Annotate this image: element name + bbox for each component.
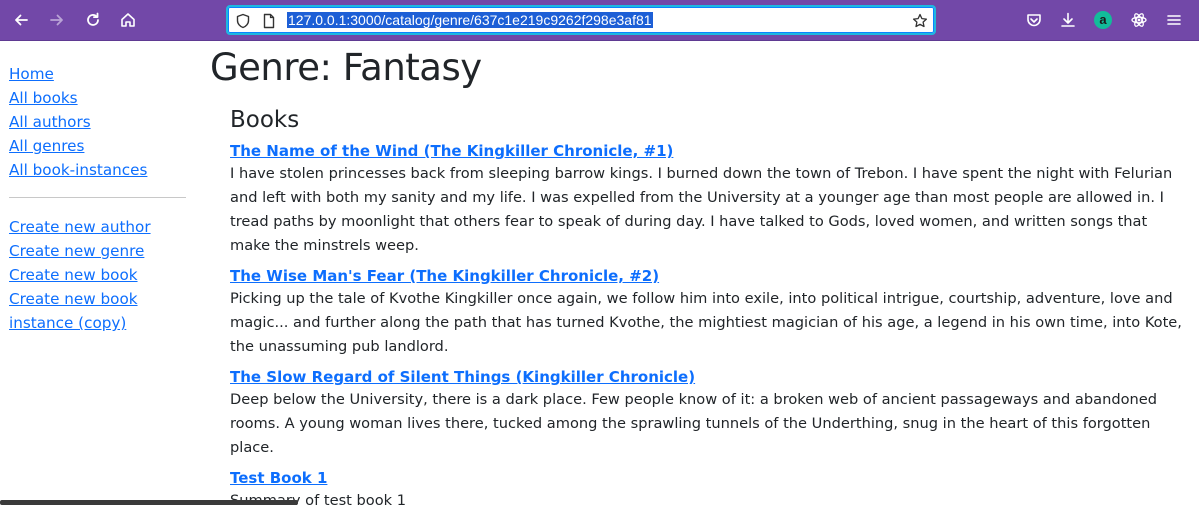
browser-toolbar: 127.0.0.1:3000/catalog/genre/637c1e219c9… <box>0 0 1199 41</box>
reload-button[interactable] <box>80 7 106 33</box>
book-item: The Wise Man's Fear (The Kingkiller Chro… <box>230 265 1190 359</box>
book-summary: Deep below the University, there is a da… <box>230 391 1158 456</box>
home-icon <box>121 13 135 27</box>
sidebar-link-create-genre[interactable]: Create new genre <box>9 239 189 263</box>
pocket-icon <box>1027 14 1041 27</box>
book-title-link[interactable]: The Slow Regard of Silent Things (Kingki… <box>230 366 695 388</box>
books-section: Books The Name of the Wind (The Kingkill… <box>230 106 1190 505</box>
sidebar-link-create-book-instance[interactable]: Create new book <box>9 287 189 311</box>
forward-icon <box>50 14 63 26</box>
sidebar-link-all-book-instances[interactable]: All book-instances <box>9 158 189 182</box>
account-button[interactable]: a <box>1090 7 1116 33</box>
extension-icon <box>1131 13 1147 27</box>
sidebar-nav: Home All books All authors All genres Al… <box>9 62 189 335</box>
page-icon <box>261 13 277 29</box>
book-title-link[interactable]: The Name of the Wind (The Kingkiller Chr… <box>230 140 673 162</box>
url-bar[interactable]: 127.0.0.1:3000/catalog/genre/637c1e219c9… <box>226 5 936 35</box>
sidebar-link-home[interactable]: Home <box>9 62 189 86</box>
book-summary: Summary of test book 1 <box>230 492 407 505</box>
extension-button[interactable] <box>1126 7 1152 33</box>
back-icon <box>15 14 28 26</box>
reload-icon <box>87 12 99 26</box>
book-summary: Picking up the tale of Kvothe Kingkiller… <box>230 290 1182 355</box>
download-button[interactable] <box>1055 7 1081 33</box>
account-icon: a <box>1094 11 1112 29</box>
download-icon <box>1061 12 1075 27</box>
page-title: Genre: Fantasy <box>210 46 482 89</box>
forward-button[interactable] <box>44 7 70 33</box>
sidebar-link-all-books[interactable]: All books <box>9 86 189 110</box>
url-text[interactable]: 127.0.0.1:3000/catalog/genre/637c1e219c9… <box>287 12 653 28</box>
books-heading: Books <box>230 107 300 133</box>
book-title-link[interactable]: The Wise Man's Fear (The Kingkiller Chro… <box>230 265 659 287</box>
shield-icon[interactable] <box>235 13 251 29</box>
sidebar-link-all-genres[interactable]: All genres <box>9 134 189 158</box>
pocket-button[interactable] <box>1021 7 1047 33</box>
menu-icon <box>1167 15 1181 25</box>
star-icon[interactable] <box>912 13 928 29</box>
account-letter: a <box>1099 12 1107 27</box>
sidebar-link-create-book-instance-cont[interactable]: instance (copy) <box>9 311 189 335</box>
horizontal-scrollbar[interactable] <box>0 500 298 505</box>
home-button[interactable] <box>115 7 141 33</box>
book-item: The Name of the Wind (The Kingkiller Chr… <box>230 140 1190 258</box>
sidebar-link-all-authors[interactable]: All authors <box>9 110 189 134</box>
book-summary: I have stolen princesses back from sleep… <box>230 165 1173 254</box>
back-button[interactable] <box>8 7 34 33</box>
menu-button[interactable] <box>1161 7 1187 33</box>
main-content: Genre: Fantasy Books The Name of the Win… <box>210 44 1190 505</box>
sidebar-link-create-book[interactable]: Create new book <box>9 263 189 287</box>
book-item: Test Book 1 Summary of test book 1 <box>230 467 1190 505</box>
book-title-link[interactable]: Test Book 1 <box>230 467 327 489</box>
sidebar-link-create-author[interactable]: Create new author <box>9 215 189 239</box>
sidebar-divider <box>9 197 186 198</box>
book-item: The Slow Regard of Silent Things (Kingki… <box>230 366 1190 460</box>
